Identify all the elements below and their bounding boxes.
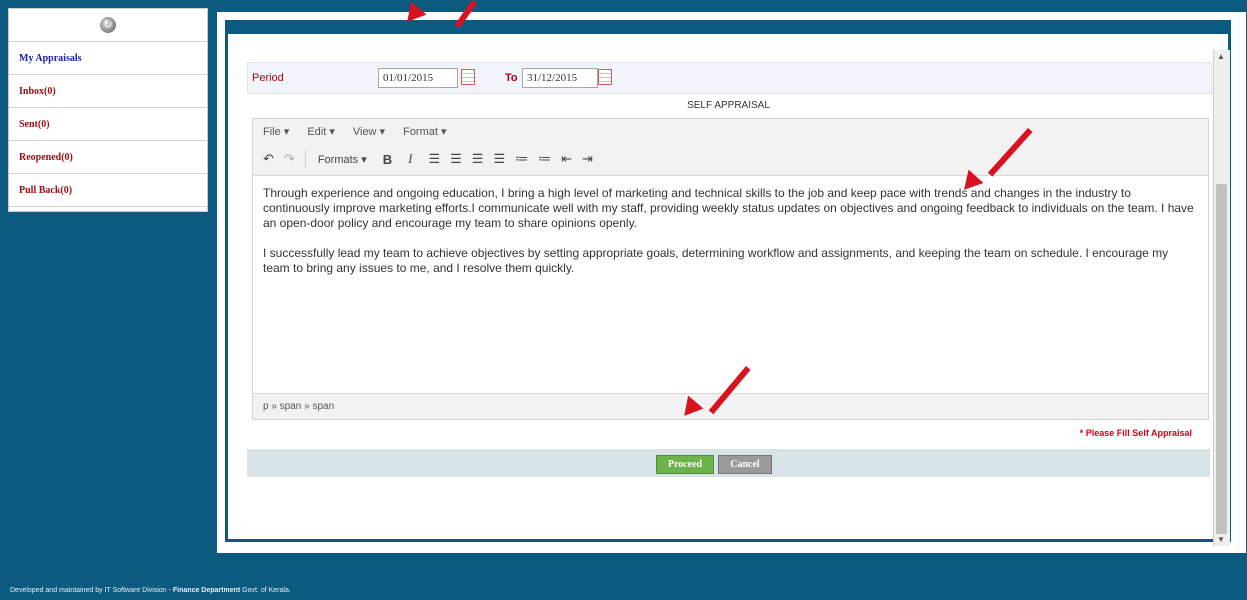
rich-text-editor[interactable]: File ▾ Edit ▾ View ▾ Format ▾ ↶ ↷ Format… — [252, 118, 1209, 420]
outdent-icon[interactable]: ⇤ — [561, 151, 572, 167]
element-path: p » span » span — [263, 401, 335, 412]
refresh-icon[interactable]: ↻ — [100, 17, 116, 33]
footer-prefix: Developed and maintained by IT Software … — [10, 587, 173, 594]
redo-icon[interactable]: ↷ — [284, 151, 295, 167]
period-label: Period — [252, 72, 284, 84]
menu-format[interactable]: Format ▾ — [403, 125, 446, 138]
menu-file[interactable]: File ▾ — [263, 125, 289, 138]
content-paragraph: Through experience and ongoing education… — [263, 186, 1194, 230]
editor-menubar: File ▾ Edit ▾ View ▾ Format ▾ — [253, 119, 1208, 143]
sidebar-item-sent[interactable]: Sent(0) — [9, 108, 207, 141]
sidebar-item-pull-back[interactable]: Pull Back(0) — [9, 174, 207, 207]
validation-message: * Please Fill Self Appraisal — [1079, 428, 1192, 438]
period-row: Period 01/01/2015 To 31/12/2015 — [247, 62, 1212, 94]
numbered-list-icon[interactable]: ≔ — [538, 151, 551, 167]
period-from-input[interactable]: 01/01/2015 — [378, 68, 458, 88]
calendar-icon[interactable] — [461, 69, 475, 85]
editor-content[interactable]: Through experience and ongoing education… — [253, 176, 1208, 378]
content-paragraph: I successfully lead my team to achieve o… — [263, 246, 1169, 275]
undo-icon[interactable]: ↶ — [263, 151, 274, 167]
period-to-input[interactable]: 31/12/2015 — [522, 68, 598, 88]
align-right-icon[interactable]: ☰ — [472, 151, 484, 167]
scrollbar-thumb[interactable] — [1216, 184, 1227, 534]
sidebar-header: ↻ — [9, 9, 207, 42]
footer-department: Finance Department — [172, 587, 241, 594]
action-row: Proceed Cancel — [247, 449, 1210, 477]
appraisal-frame: ▲ ▼ Period 01/01/2015 To 31/12/2015 SELF… — [225, 20, 1231, 546]
indent-icon[interactable]: ⇥ — [582, 151, 593, 167]
calendar-icon[interactable] — [598, 69, 612, 85]
to-label: To — [505, 72, 518, 84]
bold-icon[interactable]: B — [383, 152, 392, 167]
sidebar-item-reopened[interactable]: Reopened(0) — [9, 141, 207, 174]
main-panel: ▲ ▼ Period 01/01/2015 To 31/12/2015 SELF… — [217, 12, 1246, 553]
editor-statusbar: p » span » span — [253, 393, 1208, 419]
align-center-icon[interactable]: ☰ — [450, 151, 462, 167]
form-title: SELF APPRAISAL — [687, 100, 770, 111]
vertical-scrollbar[interactable]: ▲ ▼ — [1213, 50, 1230, 546]
italic-icon[interactable]: I — [408, 151, 412, 167]
formats-dropdown[interactable]: Formats ▾ — [318, 153, 367, 166]
editor-toolbar: ↶ ↷ Formats ▾ B I ☰ ☰ ☰ ☰ ≔ ≔ ⇤ ⇥ — [253, 143, 1208, 176]
footer-suffix: Govt. of Kerala. — [240, 587, 291, 594]
proceed-button[interactable]: Proceed — [656, 455, 714, 474]
scroll-up-icon[interactable]: ▲ — [1217, 52, 1225, 61]
footer: Developed and maintained by IT Software … — [10, 587, 291, 594]
cancel-button[interactable]: Cancel — [718, 455, 772, 474]
sidebar-item-inbox[interactable]: Inbox(0) — [9, 75, 207, 108]
menu-edit[interactable]: Edit ▾ — [307, 125, 335, 138]
align-justify-icon[interactable]: ☰ — [493, 151, 505, 167]
scroll-down-icon[interactable]: ▼ — [1217, 535, 1225, 544]
divider — [304, 150, 306, 168]
sidebar-item-my-appraisals[interactable]: My Appraisals — [9, 42, 207, 75]
sidebar: ↻ My Appraisals Inbox(0) Sent(0) Reopene… — [8, 8, 208, 212]
align-left-icon[interactable]: ☰ — [428, 151, 440, 167]
menu-view[interactable]: View ▾ — [353, 125, 385, 138]
bullet-list-icon[interactable]: ≔ — [515, 151, 528, 167]
